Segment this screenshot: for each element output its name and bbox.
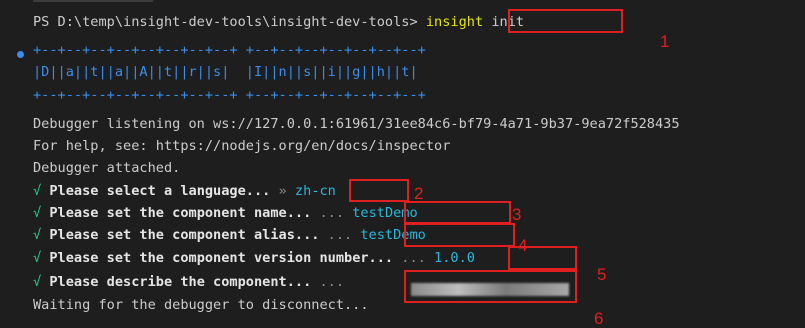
bullet-dot-icon [17,51,24,58]
annotation-box-6 [404,270,577,303]
command-word: insight [425,14,484,30]
separator: ... [311,205,353,221]
prompt-component-name: √ Please set the component name... ... t… [33,205,418,221]
waiting-line: Waiting for the debugger to disconnect..… [33,297,369,313]
prompt-path: PS D:\temp\insight-dev-tools\insight-dev… [33,14,418,30]
question-text: Please set the component name... [49,205,312,221]
terminal-window[interactable]: PS D:\temp\insight-dev-tools\insight-dev… [0,0,805,328]
prompt-language: √ Please select a language... » zh-cn [33,183,336,199]
annotation-number-1: 1 [660,32,670,51]
annotation-box-4 [404,223,515,247]
annotation-number-3: 3 [512,205,522,224]
answer-text: zh-cn [294,183,336,199]
annotation-number-6: 6 [594,309,604,328]
question-text: Please set the component version number.… [49,250,394,266]
separator: ... [393,250,435,266]
debugger-attached-line: Debugger attached. [33,160,181,176]
clipped-previous-line [33,0,153,2]
annotation-box-3 [404,201,511,224]
check-icon: √ [33,205,42,221]
annotation-number-4: 4 [518,236,528,255]
separator: » [270,183,295,199]
annotation-box-1 [508,9,623,33]
question-text: Please set the component alias... [49,227,320,243]
separator: ... [319,227,361,243]
banner-line-2: |D||a||t||a||A||t||r||s| |I||n||s||i||g|… [33,64,418,80]
banner-line-1: +--+--+--+--+--+--+--+--+ +--+--+--+--+-… [33,42,426,58]
annotation-number-2: 2 [414,184,424,203]
banner-line-3: +--+--+--+--+--+--+--+--+ +--+--+--+--+-… [33,87,426,103]
check-icon: √ [33,250,42,266]
prompt-component-alias: √ Please set the component alias... ... … [33,227,426,243]
question-text: Please select a language... [49,183,271,199]
question-text: Please describe the component... [49,274,312,290]
answer-text: 1.0.0 [434,250,475,266]
prompt-component-version: √ Please set the component version numbe… [33,250,475,266]
annotation-number-5: 5 [597,265,607,284]
check-icon: √ [33,274,42,290]
prompt-line: PS D:\temp\insight-dev-tools\insight-dev… [33,14,524,30]
prompt-component-description: √ Please describe the component... ... [33,274,352,290]
annotation-box-2 [349,179,409,202]
check-icon: √ [33,183,42,199]
debugger-listening-line: Debugger listening on ws://127.0.0.1:619… [33,116,680,132]
help-line: For help, see: https://nodejs.org/en/doc… [33,138,451,154]
separator: ... [311,274,353,290]
check-icon: √ [33,227,42,243]
